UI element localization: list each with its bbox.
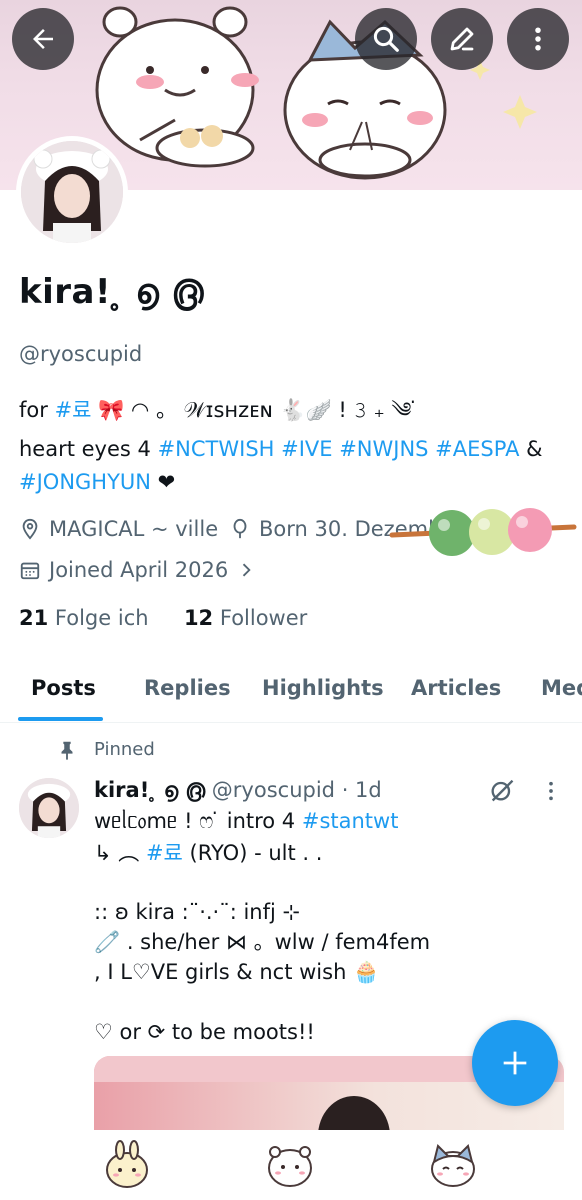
post-line-1: wᥱᥣᥴ᥆mᥱ ! ෆ ̇ intro 4 #stantwt	[94, 806, 398, 836]
bio-text: ❤	[151, 470, 176, 494]
bio-text: for	[19, 398, 55, 422]
more-button[interactable]	[507, 8, 569, 70]
bio-line-1: for #료 🎀 ◠ 。 𝒲ɪsʜzᴇɴ 🐇🪽 ! 𝟹 ₊ ༄ ̇	[19, 394, 418, 427]
followers-count: 12	[183, 606, 214, 630]
pin-icon	[61, 741, 73, 761]
bio-line-3: #JONGHYUN ❤	[19, 466, 175, 499]
post-line-4: 🧷 . she/her ⋈ 。wlw / fem4fem	[94, 930, 431, 954]
post-text: (RYO) - ult . .	[182, 841, 323, 865]
hashtag-link[interactable]: #료	[146, 841, 183, 865]
balloon-icon	[233, 518, 247, 539]
post-line-6: ♡ or ⟳ to be moots!!	[94, 1020, 315, 1044]
dango-sticker	[389, 508, 577, 556]
user-handle: @ryoscupid	[19, 342, 143, 366]
following-link[interactable]: 21 Folge ich	[19, 606, 149, 630]
hashtag-links[interactable]: #NCTWISH #IVE #NWJNS #AESPA	[158, 437, 520, 461]
follow-counts: 21 Folge ich 12 Follower	[19, 606, 307, 630]
bio-text: &	[519, 437, 543, 461]
hashtag-link[interactable]: #stantwt	[302, 809, 399, 833]
pencil-icon	[450, 27, 474, 51]
post-line-2: ↳ ︵ #료 (RYO) - ult . .	[94, 838, 322, 868]
location-row: MAGICAL ~ ville	[19, 517, 218, 541]
back-button[interactable]	[12, 8, 74, 70]
hachiware-nav-icon[interactable]	[428, 1140, 478, 1190]
tab-articles[interactable]: Articles	[411, 676, 501, 700]
post-time[interactable]: · 1d	[342, 778, 382, 802]
following-count: 21	[19, 606, 49, 630]
profile-avatar[interactable]	[16, 136, 128, 248]
post-text: ↳ ︵	[94, 841, 146, 865]
bio-text: 🎀 ◠ 。 𝒲ɪsʜzᴇɴ 🐇🪽 ! 𝟹 ₊ ༄ ̇	[91, 398, 419, 422]
grok-icon[interactable]	[488, 776, 516, 804]
location-text: MAGICAL ~ ville	[49, 517, 219, 541]
calendar-icon	[20, 562, 40, 580]
chevron-right-icon	[243, 563, 251, 577]
profile-tabs: Posts Replies Highlights Articles Med	[0, 662, 582, 723]
hashtag-link[interactable]: #JONGHYUN	[19, 470, 151, 494]
search-icon	[373, 26, 399, 52]
post-author-avatar[interactable]	[19, 778, 79, 838]
avatar-photo	[21, 141, 123, 243]
followers-label: Follower	[219, 606, 308, 630]
pinned-label: Pinned	[94, 739, 155, 760]
following-label: Folge ich	[54, 606, 149, 630]
post-author-handle[interactable]: @ryoscupid	[212, 778, 335, 802]
post-line-5: , I L♡VE girls & nct wish 🧁	[94, 960, 380, 984]
post-header: kira! ̥ ൭ ൫ @ryoscupid · 1d	[94, 778, 382, 803]
post-text: wᥱᥣᥴ᥆mᥱ ! ෆ ̇ intro 4	[94, 809, 302, 833]
plus-icon	[503, 1051, 527, 1075]
usagi-nav-icon[interactable]	[102, 1140, 152, 1190]
display-name: kira! ̥ ൭ ൫	[19, 272, 204, 312]
arrow-left-icon	[33, 29, 53, 49]
search-button[interactable]	[355, 8, 417, 70]
chiikawa-nav-icon[interactable]	[265, 1140, 315, 1190]
more-vertical-icon	[535, 27, 541, 51]
location-pin-icon	[22, 518, 38, 540]
joined-text: Joined April 2026	[49, 558, 229, 582]
compose-post-button[interactable]	[472, 1020, 558, 1106]
bio-line-2: heart eyes 4 #NCTWISH #IVE #NWJNS #AESPA…	[19, 433, 543, 466]
hashtag-link[interactable]: #료	[55, 398, 92, 422]
tab-highlights[interactable]: Highlights	[262, 676, 384, 700]
followers-link[interactable]: 12 Follower	[184, 606, 307, 630]
post-author-name[interactable]: kira! ̥ ൭ ൫	[94, 778, 205, 802]
post-line-3: :: ʚ kira :¨·.·¨: infj ⊹	[94, 900, 301, 924]
post-more-icon[interactable]	[540, 778, 562, 804]
tab-replies[interactable]: Replies	[144, 676, 231, 700]
bio-text: heart eyes 4	[19, 437, 158, 461]
active-tab-indicator	[18, 717, 103, 721]
tab-media[interactable]: Med	[541, 676, 582, 700]
tab-posts[interactable]: Posts	[31, 676, 96, 700]
bottom-navigation	[0, 1130, 582, 1200]
joined-row[interactable]: Joined April 2026	[19, 558, 256, 582]
edit-button[interactable]	[431, 8, 493, 70]
